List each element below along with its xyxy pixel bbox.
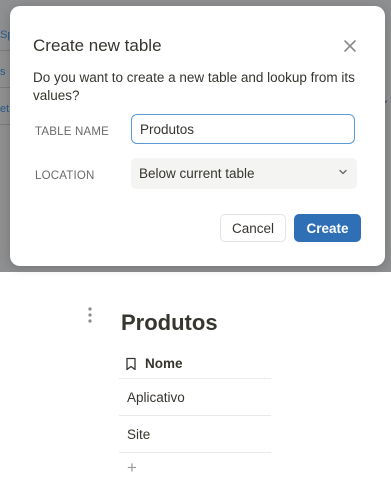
background-text-fragment: s (0, 66, 6, 78)
table-row[interactable]: Site (119, 416, 271, 453)
location-value: Below current table (139, 166, 255, 181)
cancel-button[interactable]: Cancel (220, 214, 286, 242)
location-select[interactable]: Below current table (131, 158, 357, 189)
column-header-label: Nome (145, 356, 183, 371)
dialog-title: Create new table (33, 36, 162, 55)
location-label: LOCATION (35, 170, 95, 182)
close-icon[interactable] (340, 36, 360, 56)
table-name-input[interactable] (131, 114, 355, 144)
chevron-down-icon (337, 166, 349, 181)
drag-handle-icon[interactable] (86, 306, 94, 324)
dialog-description: Do you want to create a new table and lo… (33, 70, 355, 103)
bookmark-icon (126, 357, 136, 370)
create-table-dialog: Create new table Do you want to create a… (10, 6, 385, 266)
table-name-label: TABLE NAME (35, 126, 109, 138)
table-row[interactable]: Aplicativo (119, 379, 271, 416)
table: Nome Aplicativo Site + (119, 349, 271, 483)
plus-icon: + (127, 458, 137, 477)
background-text-fragment: et (0, 103, 10, 115)
add-row-button[interactable]: + (119, 453, 271, 483)
page-title: Produtos (121, 310, 218, 335)
column-header-nome[interactable]: Nome (119, 349, 271, 379)
create-button[interactable]: Create (294, 214, 361, 242)
